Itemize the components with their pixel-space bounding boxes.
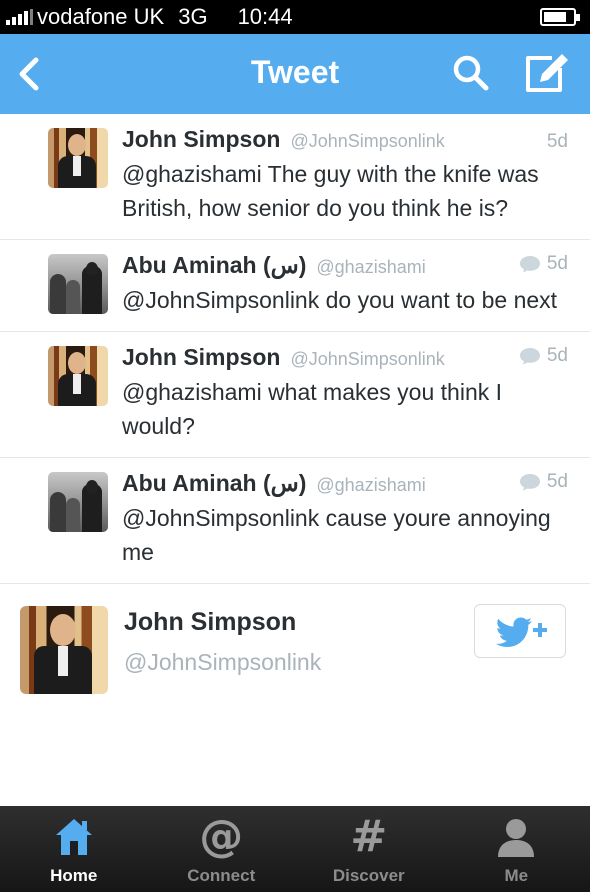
- tweet-timeline[interactable]: John Simpson @JohnSimpsonlink 5d @ghazis…: [0, 114, 590, 806]
- author-handle: @ghazishami: [316, 257, 426, 277]
- tab-label: Me: [504, 866, 529, 885]
- battery-icon: [540, 8, 580, 26]
- tab-home[interactable]: Home: [0, 806, 148, 892]
- author-handle: @ghazishami: [316, 475, 426, 495]
- conversation-bubble-icon: [519, 348, 540, 365]
- author-name: Abu Aminah (س): [122, 470, 307, 496]
- author-handle: @JohnSimpsonlink: [290, 131, 445, 151]
- avatar[interactable]: [48, 128, 108, 188]
- author-name: Abu Aminah (س): [122, 252, 307, 278]
- signal-strength-icon: [6, 9, 33, 25]
- tab-discover[interactable]: # Discover: [295, 806, 443, 892]
- tweet-item[interactable]: John Simpson @JohnSimpsonlink 5d @ghazis…: [0, 332, 590, 458]
- tweet-time: 5d: [546, 345, 568, 366]
- tweet-time: 5d: [546, 253, 568, 274]
- follow-bird-plus-icon: [495, 617, 547, 647]
- nav-bar: Tweet: [0, 34, 590, 114]
- avatar[interactable]: [48, 346, 108, 406]
- search-icon: [453, 55, 489, 91]
- tab-me[interactable]: Me: [443, 806, 590, 892]
- conversation-bubble-icon: [519, 474, 540, 491]
- profile-card[interactable]: John Simpson @JohnSimpsonlink: [0, 584, 590, 694]
- avatar[interactable]: [48, 472, 108, 532]
- tab-connect[interactable]: @ Connect: [148, 806, 296, 892]
- carrier-name: vodafone UK: [37, 4, 165, 29]
- tweet-item[interactable]: John Simpson @JohnSimpsonlink 5d @ghazis…: [0, 114, 590, 240]
- network-type: 3G: [178, 4, 208, 29]
- tweet-time: 5d: [546, 471, 568, 492]
- search-button[interactable]: [450, 52, 492, 94]
- tab-label: Discover: [332, 866, 405, 885]
- author-handle: @JohnSimpsonlink: [290, 349, 445, 369]
- author-name: John Simpson: [122, 344, 281, 370]
- tweet-item[interactable]: Abu Aminah (س) @ghazishami 5d @JohnSimps…: [0, 240, 590, 332]
- status-bar: vodafone UK 3G 10:44: [0, 0, 590, 34]
- tweet-item[interactable]: Abu Aminah (س) @ghazishami 5d @JohnSimps…: [0, 458, 590, 584]
- avatar[interactable]: [48, 254, 108, 314]
- tab-label: Home: [50, 866, 98, 885]
- home-icon: [55, 819, 92, 855]
- tab-bar: Home @ Connect # Discover Me: [0, 806, 590, 892]
- tweet-text: @ghazishami The guy with the knife was B…: [122, 161, 539, 221]
- status-time: 10:44: [237, 4, 293, 29]
- follow-button[interactable]: [474, 604, 566, 658]
- tweet-text: @JohnSimpsonlink cause youre annoying me: [122, 505, 551, 565]
- chevron-left-icon: [19, 57, 39, 91]
- tweet-time: 5d: [546, 131, 568, 152]
- compose-icon: [526, 54, 568, 92]
- page-title: Tweet: [250, 54, 340, 90]
- tweet-text: @ghazishami what makes you think I would…: [122, 379, 503, 439]
- person-icon: [498, 819, 535, 857]
- profile-avatar[interactable]: [20, 606, 108, 694]
- tweet-text: @JohnSimpsonlink do you want to be next: [122, 287, 558, 313]
- tab-label: Connect: [187, 866, 256, 885]
- at-icon: @: [199, 811, 244, 862]
- author-name: John Simpson: [122, 126, 281, 152]
- hash-icon: #: [350, 811, 388, 862]
- back-button[interactable]: [14, 52, 44, 96]
- compose-button[interactable]: [522, 50, 570, 96]
- conversation-bubble-icon: [519, 256, 540, 273]
